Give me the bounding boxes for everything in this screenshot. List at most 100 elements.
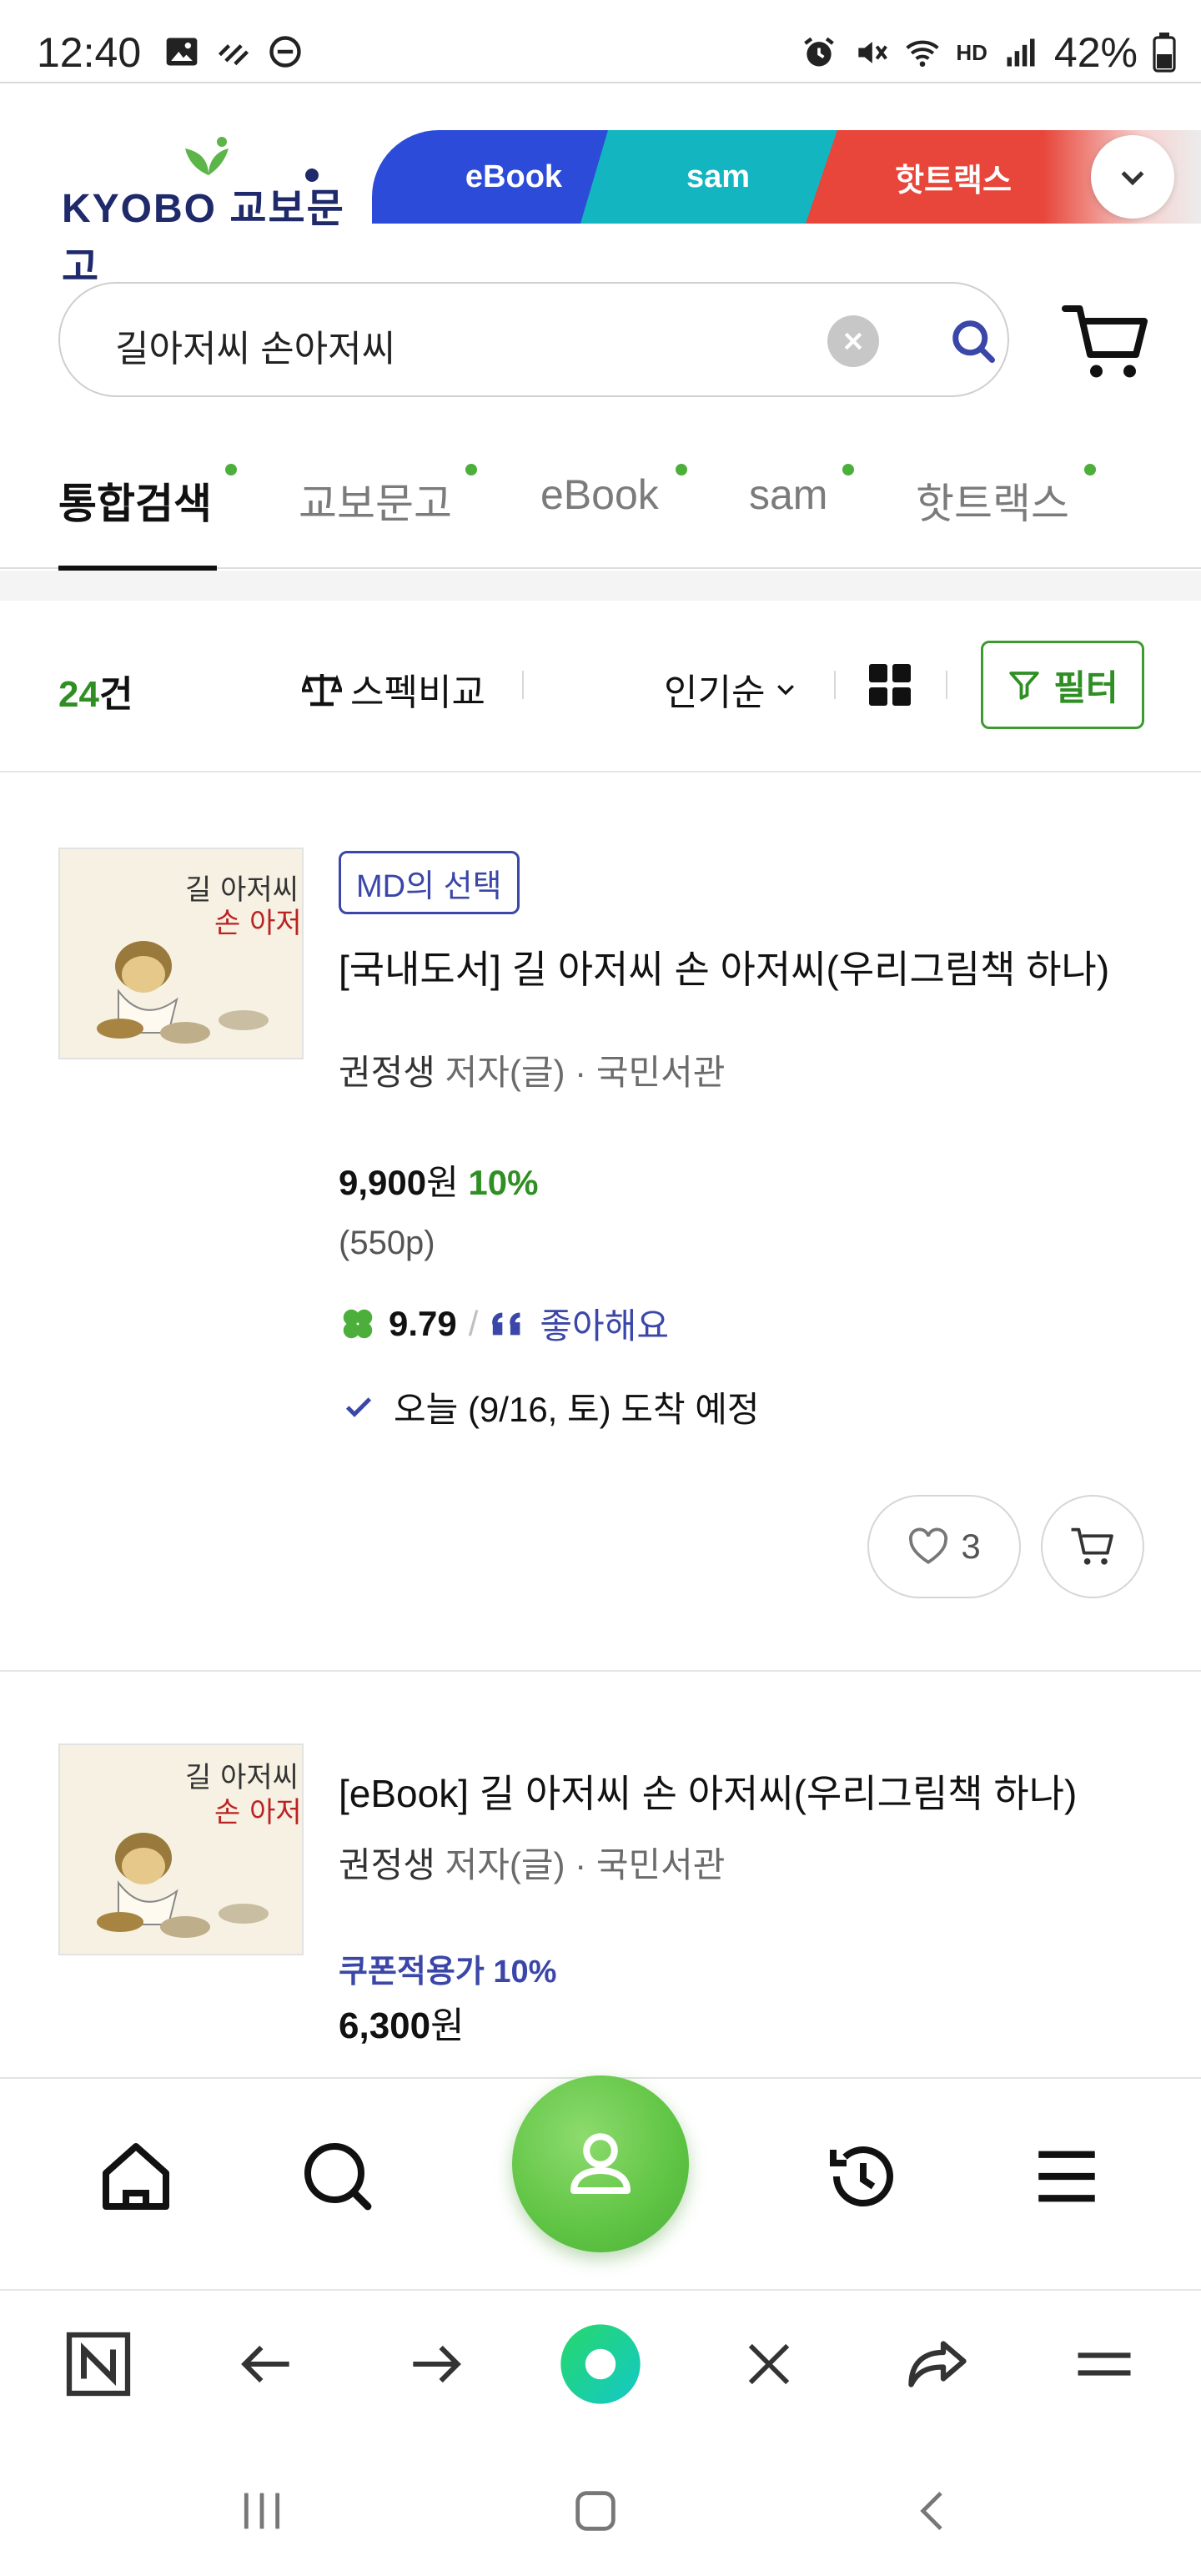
product-price: 6,300원 (339, 1995, 465, 2049)
back-button-icon[interactable] (907, 2484, 961, 2538)
tab-sam[interactable]: sam (749, 470, 827, 519)
product-author[interactable]: 권정생 저자(글) · 국민서관 (339, 1044, 725, 1095)
grid-view-button[interactable] (869, 664, 912, 707)
product-title[interactable]: [국내도서] 길 아저씨 손 아저씨(우리그림책 하나) (339, 939, 1109, 994)
cart-icon (1071, 1527, 1113, 1565)
browser-forward-button[interactable] (392, 2321, 479, 2407)
battery-icon (1153, 33, 1176, 73)
wifi-icon (906, 40, 940, 68)
system-navigation (0, 2436, 1201, 2576)
book-cover-thumbnail[interactable]: 길 아저씨 손 아저씨 (58, 848, 304, 1059)
filter-button[interactable]: 필터 (981, 641, 1144, 729)
add-to-cart-button[interactable] (1041, 1495, 1144, 1598)
product-card[interactable]: 길 아저씨 손 아저씨 [eBook] 길 아저씨 손 아저씨(우리그림책 하나… (0, 1672, 1201, 2077)
nav-search[interactable] (292, 2131, 384, 2222)
filter-icon (1009, 672, 1040, 700)
new-dot (676, 464, 687, 475)
like-count: 3 (961, 1527, 981, 1566)
search-input[interactable]: 길아저씨 손아저씨 (115, 319, 395, 372)
tab-all[interactable]: 통합검색 (58, 470, 212, 531)
grid-cell (869, 687, 887, 706)
grid-cell (892, 664, 911, 682)
result-count: 24건 (58, 664, 133, 717)
spec-compare-label: 스펙비교 (350, 672, 485, 713)
home-button-icon[interactable] (569, 2484, 622, 2538)
author-name[interactable]: 권정생 (339, 1053, 435, 1092)
product-author[interactable]: 권정생 저자(글) · 국민서관 (339, 1837, 725, 1888)
product-card[interactable]: 길 아저씨 손 아저씨 MD의 선택 [국내도서] 길 아저씨 손 아저씨(우리… (0, 772, 1201, 1672)
channel-expand-button[interactable] (1091, 135, 1174, 219)
tab-ebook[interactable]: eBook (540, 470, 659, 519)
review-keyword[interactable]: 좋아해요 (540, 1298, 669, 1349)
alarm-icon (804, 37, 835, 67)
sort-label: 인기순 (664, 672, 766, 713)
my-page-button[interactable] (512, 2075, 689, 2252)
app-header: KYOBO 교보문고 eBook sam 핫트랙스 (0, 85, 1201, 289)
page-count: (550p) (339, 1225, 435, 1261)
clover-icon (343, 1309, 373, 1338)
search-button[interactable] (944, 312, 1003, 370)
nav-home[interactable] (90, 2131, 182, 2222)
browser-share-button[interactable] (894, 2321, 981, 2407)
clear-search-button[interactable] (827, 315, 879, 367)
hd-voice-label: HD (956, 40, 987, 65)
menu-icon (1038, 2151, 1095, 2202)
naver-home-button[interactable] (55, 2321, 142, 2407)
mute-icon (858, 42, 888, 63)
divider (522, 671, 524, 699)
cart-button[interactable] (1061, 300, 1153, 384)
recent-history-icon (830, 2146, 893, 2207)
svg-text:길 아저씨: 길 아저씨 (185, 873, 299, 907)
book-cover-thumbnail[interactable]: 길 아저씨 손 아저씨 (58, 1743, 304, 1955)
svg-text:길 아저씨: 길 아저씨 (185, 1761, 299, 1794)
logo-text: KYOBO 교보문고 (62, 187, 345, 289)
author-role: 저자(글) (445, 1053, 565, 1092)
browser-menu-icon (1078, 2352, 1131, 2376)
price-value: 9,900 (339, 1163, 427, 1202)
status-time: 12:40 (37, 29, 142, 76)
status-left-icons (163, 33, 304, 70)
svg-text:손 아저씨: 손 아저씨 (214, 1796, 304, 1829)
publisher[interactable]: · 국민서관 (575, 1053, 725, 1092)
status-bar: 12:40 HD 42% (0, 0, 1201, 83)
tab-hottracks[interactable]: 핫트랙스 (916, 470, 1069, 531)
nav-menu[interactable] (1021, 2131, 1113, 2222)
nav-recent[interactable] (817, 2131, 909, 2222)
back-icon (241, 2345, 289, 2383)
home-icon (103, 2143, 169, 2210)
search-bar[interactable]: 길아저씨 손아저씨 (58, 282, 1009, 397)
battery-percent: 42% (1053, 29, 1138, 76)
result-count-number: 24 (58, 674, 99, 715)
section-divider (0, 571, 1201, 601)
heart-icon (909, 1527, 948, 1564)
sort-dropdown[interactable]: 인기순 (664, 662, 798, 716)
author-role: 저자(글) (445, 1845, 565, 1884)
signal-stripes-icon (218, 44, 249, 66)
browser-green-dot-button[interactable] (557, 2321, 644, 2407)
like-button[interactable]: 3 (867, 1495, 1021, 1598)
browser-back-button[interactable] (224, 2321, 310, 2407)
md-pick-badge: MD의 선택 (339, 851, 520, 914)
book-cover-illustration: 길 아저씨 손 아저씨 (60, 849, 302, 1058)
price-value: 6,300 (339, 2005, 431, 2046)
coupon-price-label: 쿠폰적용가 10% (339, 1955, 557, 1990)
browser-menu-button[interactable] (1061, 2321, 1148, 2407)
result-count-unit: 건 (98, 674, 133, 715)
book-cover-illustration: 길 아저씨 손 아저씨 (60, 1745, 304, 1954)
divider (834, 671, 836, 699)
recents-icon[interactable] (235, 2484, 289, 2538)
new-dot (465, 464, 477, 475)
author-name[interactable]: 권정생 (339, 1845, 435, 1884)
product-price: 9,900원 10% (339, 1155, 538, 1205)
quote-icon (492, 1312, 520, 1335)
tab-kyobo[interactable]: 교보문고 (299, 470, 452, 531)
product-title[interactable]: [eBook] 길 아저씨 손 아저씨(우리그림책 하나) (339, 1763, 1077, 1819)
bottom-navigation (0, 2075, 1201, 2289)
spec-compare-button[interactable]: 스펙비교 (302, 662, 485, 716)
grid-cell (869, 664, 887, 682)
publisher[interactable]: · 국민서관 (575, 1845, 725, 1884)
kyobo-logo[interactable]: KYOBO 교보문고 (62, 130, 362, 289)
browser-close-button[interactable] (726, 2321, 812, 2407)
filter-label: 필터 (1053, 667, 1118, 707)
rating-separator: / (468, 1303, 479, 1343)
